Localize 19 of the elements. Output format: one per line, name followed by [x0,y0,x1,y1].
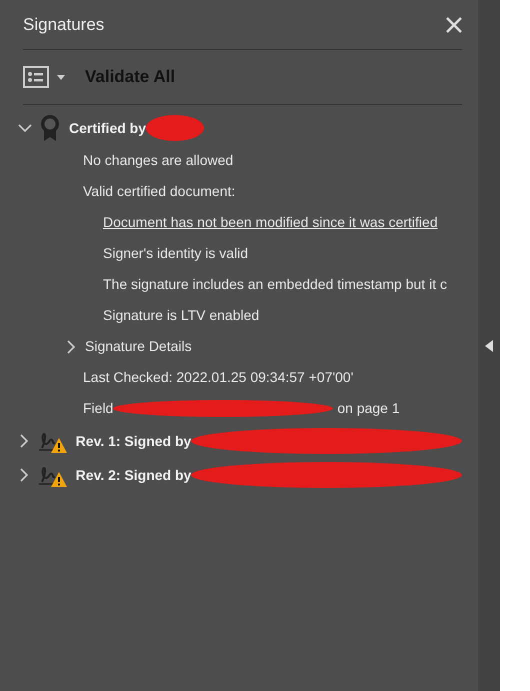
detail-text: Valid certified document: [83,182,236,201]
collapse-arrow-icon[interactable] [485,340,493,352]
signature-label: Certified by [69,118,146,138]
detail-text: on page 1 [337,399,400,418]
detail-text: The signature includes an embedded timestamp but it c [103,275,447,294]
detail-text: Last Checked: 2022.01.25 09:34:57 +07'00' [83,368,354,387]
redaction-mark [146,115,204,141]
signature-label: Rev. 1: Signed by [76,432,192,451]
detail-text: Signer's identity is valid [103,244,248,263]
panel-title: Signatures [23,14,104,36]
detail-text: No changes are allowed [83,151,234,170]
list-options-icon[interactable] [23,66,65,88]
ribbon-icon [39,114,61,142]
close-button[interactable] [446,16,462,32]
detail-text: Field [83,399,114,418]
signature-label: Rev. 2: Signed by [76,466,192,485]
detail-label[interactable]: Signature Details [85,336,192,357]
link[interactable]: Document has not been modified since it was certified [103,212,438,233]
detail-text: Signature is LTV enabled [103,306,260,325]
